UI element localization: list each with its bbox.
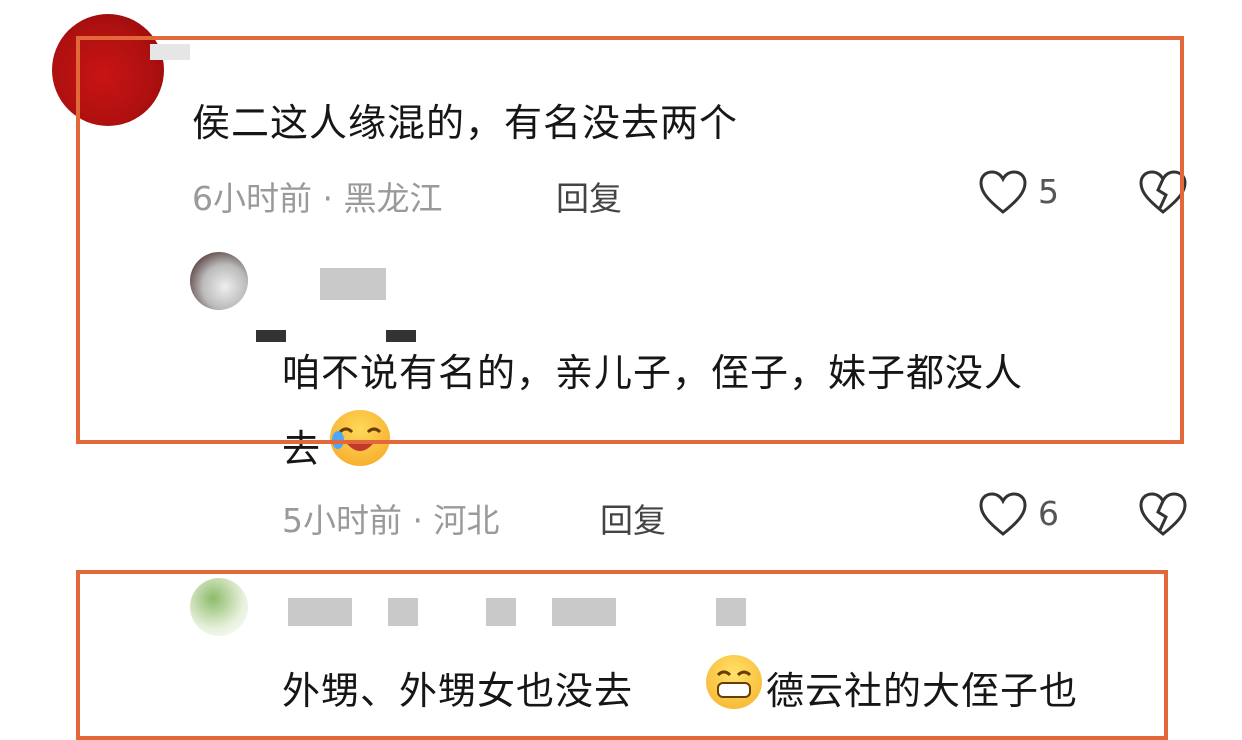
highlight-frame <box>76 570 1168 740</box>
highlight-frame <box>76 36 1184 444</box>
reply-button[interactable]: 回复 <box>600 494 666 542</box>
heart-icon[interactable] <box>978 492 1028 538</box>
broken-heart-icon[interactable] <box>1138 492 1188 538</box>
like-count: 6 <box>1038 494 1059 533</box>
comment-meta: 5小时前 · 河北 <box>282 501 500 540</box>
